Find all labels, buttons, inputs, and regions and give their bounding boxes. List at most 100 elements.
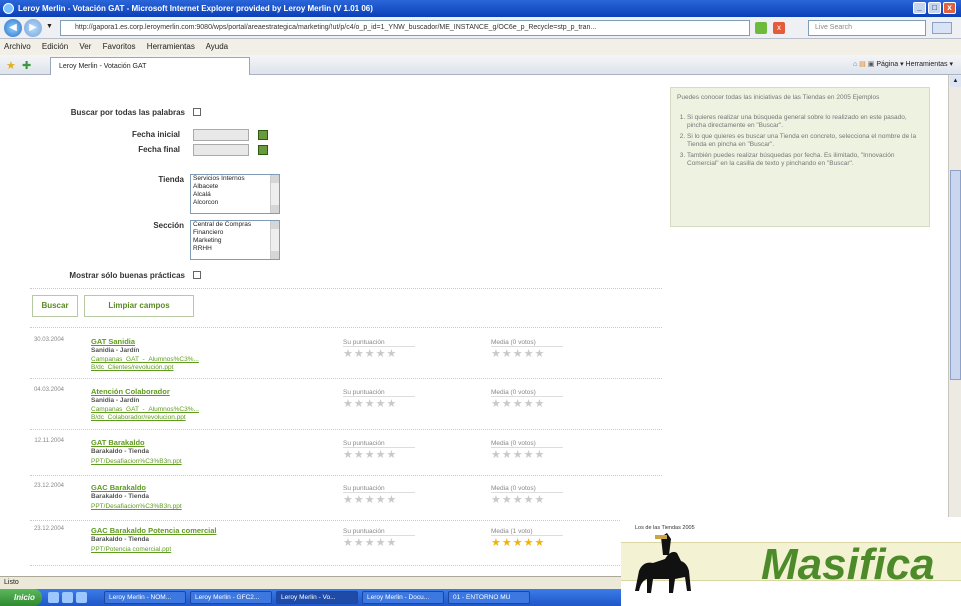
- url-text: http://gapora1.es.corp.leroymerlin.com:9…: [75, 24, 597, 31]
- result-title-link[interactable]: GAT Barakaldo: [91, 438, 145, 447]
- back-button[interactable]: ◀: [4, 19, 22, 37]
- result-file-link[interactable]: PPT/Desafiacion%C3%B3n.ppt: [91, 458, 182, 465]
- fecha-inicial-label: Fecha inicial: [131, 130, 180, 139]
- tienda-listbox[interactable]: Servicios Internos Albacete Alcalá Alcor…: [190, 174, 280, 214]
- tab-active[interactable]: Leroy Merlin - Votación GAT: [50, 57, 250, 75]
- tab-bar: ★ ✚ Leroy Merlin - Votación GAT ⌂ ▤ ▣ Pá…: [0, 55, 961, 75]
- title-bar: Leroy Merlin - Votación GAT - Microsoft …: [0, 0, 961, 17]
- limpiar-button[interactable]: Limpiar campos: [84, 295, 194, 317]
- address-input[interactable]: http://gapora1.es.corp.leroymerlin.com:9…: [60, 20, 750, 36]
- result-subtitle: Sanidia - Jardín: [91, 397, 140, 404]
- result-title-link[interactable]: GAC Barakaldo Potencia comercial: [91, 526, 216, 535]
- listbox-scrollbar[interactable]: [270, 221, 279, 259]
- help-info-box: Puedes conocer todas las iniciativas de …: [670, 87, 930, 227]
- puntuacion-label: Su puntuación: [343, 339, 415, 347]
- menu-herramientas[interactable]: Herramientas: [147, 42, 195, 51]
- logo-word: Masifica: [761, 540, 935, 589]
- puntuacion-stars[interactable]: ★★★★★: [343, 450, 397, 461]
- seccion-listbox[interactable]: Central de Compras Financiero Marketing …: [190, 220, 280, 260]
- info-item: Si lo que quieres es buscar una Tienda e…: [687, 133, 923, 149]
- taskbar-window-button[interactable]: Leroy Merlin - NOM...: [104, 591, 186, 604]
- menu-ver[interactable]: Ver: [79, 42, 91, 51]
- calendar-icon[interactable]: [258, 145, 268, 155]
- scroll-up-icon[interactable]: ▲: [950, 76, 961, 87]
- scroll-thumb[interactable]: [950, 170, 961, 380]
- puntuacion-stars[interactable]: ★★★★★: [343, 399, 397, 410]
- result-file-link[interactable]: PPT/Potencia comercial.ppt: [91, 546, 171, 553]
- menu-archivo[interactable]: Archivo: [4, 42, 31, 51]
- result-subtitle: Barakaldo - Tienda: [91, 493, 150, 500]
- result-title-link[interactable]: GAT Sanidia: [91, 337, 135, 346]
- seccion-label: Sección: [153, 221, 184, 230]
- history-dropdown-icon[interactable]: ▼: [46, 23, 53, 30]
- result-title-link[interactable]: Atención Colaborador: [91, 387, 170, 396]
- buscar-button[interactable]: Buscar: [32, 295, 78, 317]
- result-file-link[interactable]: Campanas_GAT_-_Alumnos%C3%...: [91, 406, 199, 413]
- buscar-palabras-checkbox[interactable]: [193, 108, 201, 116]
- puntuacion-stars[interactable]: ★★★★★: [343, 495, 397, 506]
- command-labels[interactable]: Página ▾ Herramientas ▾: [876, 61, 953, 68]
- quicklaunch-icon[interactable]: [48, 592, 59, 603]
- page-content: Buscar por todas las palabras Fecha inic…: [0, 75, 948, 576]
- divider: [30, 378, 662, 379]
- seccion-option[interactable]: Central de Compras: [193, 221, 279, 229]
- minimize-button[interactable]: _: [913, 2, 926, 14]
- seccion-option[interactable]: Marketing: [193, 237, 279, 245]
- taskbar-window-button[interactable]: 01 - ENTORNO MU: [448, 591, 530, 604]
- seccion-option[interactable]: RRHH: [193, 245, 279, 253]
- result-subtitle: Barakaldo - Tienda: [91, 448, 150, 455]
- result-file-link[interactable]: B/dc_Clientes/revolución.ppt: [91, 364, 173, 371]
- go-icon[interactable]: [755, 22, 767, 34]
- print-icon[interactable]: ▣: [868, 61, 875, 68]
- menu-edicion[interactable]: Edición: [42, 42, 68, 51]
- divider: [30, 327, 662, 328]
- divider: [30, 475, 662, 476]
- ie-icon: [3, 3, 14, 14]
- result-file-link[interactable]: PPT/Desafiacion%C3%B3n.ppt: [91, 503, 182, 510]
- puntuacion-stars[interactable]: ★★★★★: [343, 538, 397, 549]
- tienda-option[interactable]: Albacete: [193, 183, 279, 191]
- fecha-inicial-input[interactable]: [193, 129, 249, 141]
- taskbar-window-button[interactable]: Leroy Merlin - Vo...: [276, 591, 358, 604]
- status-text: Listo: [4, 579, 19, 586]
- quicklaunch-icon[interactable]: [62, 592, 73, 603]
- calendar-icon[interactable]: [258, 130, 268, 140]
- forward-button[interactable]: ▶: [24, 19, 42, 37]
- feeds-icon[interactable]: ▤: [859, 61, 866, 68]
- result-file-link[interactable]: Campanas_GAT_-_Alumnos%C3%...: [91, 356, 199, 363]
- menu-ayuda[interactable]: Ayuda: [206, 42, 229, 51]
- menu-favoritos[interactable]: Favoritos: [103, 42, 136, 51]
- search-button[interactable]: [932, 22, 952, 34]
- camel-rider-icon: [635, 533, 691, 593]
- tienda-option[interactable]: Alcorcon: [193, 199, 279, 207]
- close-button[interactable]: x: [943, 2, 956, 14]
- media-stars: ★★★★★: [491, 398, 546, 410]
- maximize-button[interactable]: □: [928, 2, 941, 14]
- mostrar-buenas-checkbox[interactable]: [193, 271, 201, 279]
- tab-title: Leroy Merlin - Votación GAT: [59, 63, 147, 70]
- info-item: Si quieres realizar una búsqueda general…: [687, 114, 923, 130]
- taskbar-window-button[interactable]: Leroy Merlin - Docu...: [362, 591, 444, 604]
- listbox-scrollbar[interactable]: [270, 175, 279, 213]
- result-date: 23.12.2004: [33, 526, 64, 532]
- search-input[interactable]: Live Search: [808, 20, 926, 36]
- home-icon[interactable]: ⌂: [853, 61, 857, 68]
- result-title-link[interactable]: GAC Barakaldo: [91, 483, 146, 492]
- seccion-option[interactable]: Financiero: [193, 229, 279, 237]
- taskbar-window-button[interactable]: Leroy Merlin - GFC2...: [190, 591, 272, 604]
- favorites-star-icon[interactable]: ★: [6, 59, 16, 72]
- result-date: 12.11.2004: [34, 438, 64, 444]
- result-file-link[interactable]: B/dc_Colaborador/revolucion.ppt: [91, 414, 186, 421]
- puntuacion-stars[interactable]: ★★★★★: [343, 349, 397, 360]
- add-favorites-icon[interactable]: ✚: [22, 59, 31, 72]
- tienda-option[interactable]: Servicios Internos: [193, 175, 279, 183]
- divider: [30, 565, 662, 566]
- divider: [30, 520, 662, 521]
- stop-icon[interactable]: x: [773, 22, 785, 34]
- start-button[interactable]: Inicio: [0, 589, 42, 606]
- fecha-final-input[interactable]: [193, 144, 249, 156]
- result-row: 04.03.2004 Atención Colaborador Sanidia …: [30, 387, 662, 435]
- page-scrollbar[interactable]: ▲ ▼: [948, 75, 961, 576]
- quicklaunch-icon[interactable]: [76, 592, 87, 603]
- tienda-option[interactable]: Alcalá: [193, 191, 279, 199]
